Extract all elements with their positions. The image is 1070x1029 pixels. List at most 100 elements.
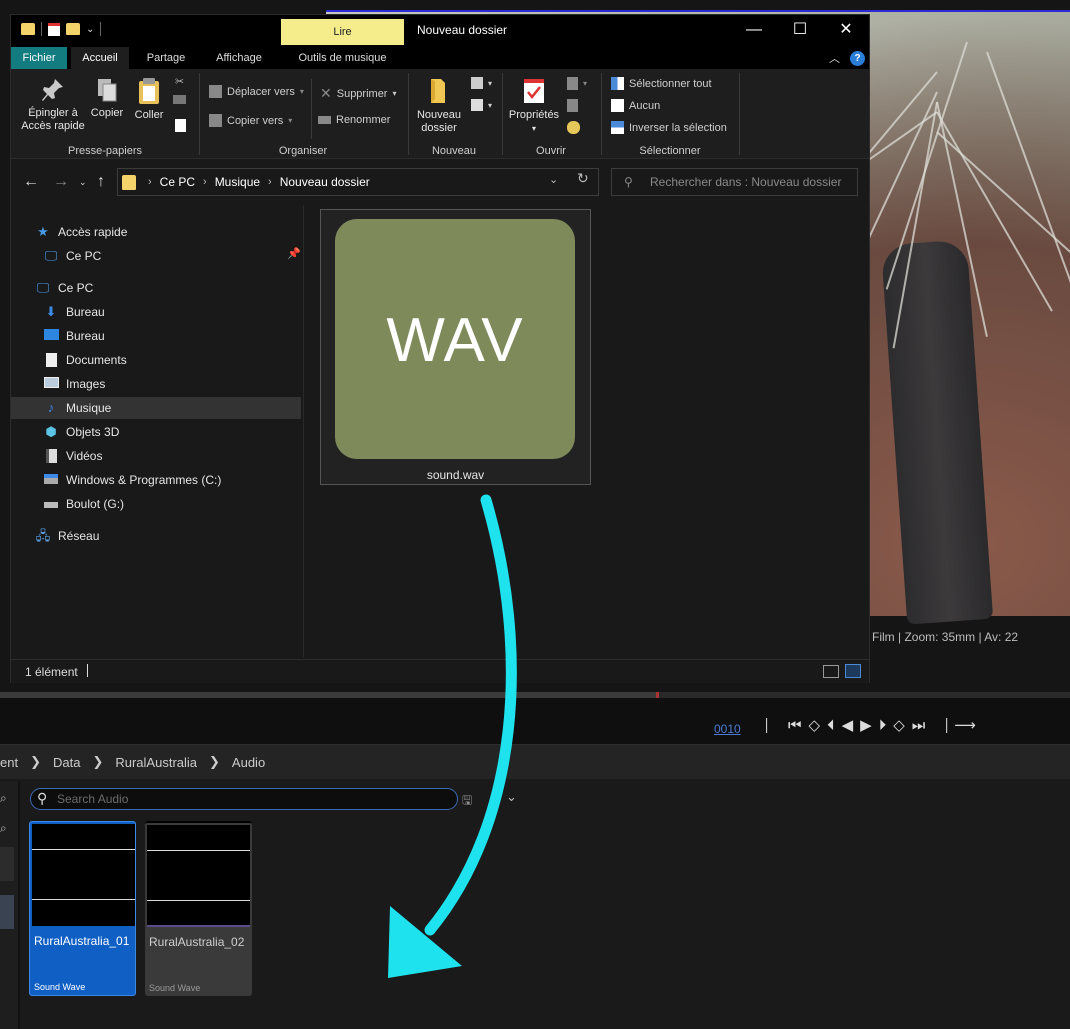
jump-start-icon[interactable]: ⎸ [766, 717, 781, 734]
file-item-wav[interactable]: WAV sound.wav [320, 209, 591, 485]
pin-icon[interactable]: 📌 [287, 247, 301, 260]
chevron-down-icon[interactable]: ⌄ [549, 173, 558, 186]
next-key-icon[interactable]: ◇ [893, 716, 905, 734]
search-icon[interactable]: ⌕ [0, 821, 18, 836]
properties-button[interactable]: Propriétés ▾ [507, 77, 561, 135]
nav-3d-objects[interactable]: ⬢ Objets 3D [11, 421, 301, 443]
delete-button[interactable]: ✕ Supprimer ▾ [320, 85, 397, 102]
title-bar[interactable]: ⌄ Lire Nouveau dossier — ☐ ✕ [11, 15, 869, 47]
step-forward-icon[interactable]: ⏵ [879, 717, 887, 734]
play-icon[interactable]: ▶ [860, 716, 872, 734]
arrow-right-icon[interactable]: ⟶ [954, 716, 976, 734]
up-icon[interactable]: ↑ [97, 173, 105, 191]
paste-shortcut-icon[interactable] [175, 119, 186, 132]
easy-access-icon[interactable]: ▾ [471, 99, 492, 111]
play-reverse-icon[interactable]: ◀ [842, 716, 854, 734]
address-bar[interactable]: › Ce PC › Musique › Nouveau dossier [117, 168, 599, 196]
move-to-button[interactable]: Déplacer vers ▾ [209, 85, 304, 98]
step-back-icon[interactable]: ⏴ [827, 717, 835, 734]
open-icon[interactable]: ▾ [567, 77, 587, 90]
new-item-icon[interactable]: ▾ [471, 77, 492, 89]
chevron-down-icon: ▾ [299, 87, 304, 96]
copy-to-button[interactable]: Copier vers ▾ [209, 114, 292, 127]
cut-icon[interactable]: ✂ [175, 75, 184, 88]
nav-this-pc-pinned[interactable]: 🖵 Ce PC 📌 [11, 245, 301, 267]
paste-button[interactable]: Coller [131, 77, 167, 122]
address-crumb[interactable]: Nouveau dossier [276, 175, 374, 189]
address-crumb[interactable]: Musique [211, 175, 264, 189]
breadcrumb-item[interactable]: RuralAustralia [107, 755, 205, 770]
ribbon-home: Épingler à Accès rapide Copier Coller ✂ … [11, 69, 869, 159]
chevron-down-icon[interactable]: ⌄ [506, 789, 517, 805]
save-search-icon[interactable]: 🖫 [462, 791, 472, 812]
breadcrumb-item[interactable]: Data [45, 755, 88, 770]
large-icons-view-icon[interactable] [845, 664, 861, 678]
tab-file[interactable]: Fichier [11, 47, 67, 69]
refresh-icon[interactable]: ↻ [577, 170, 589, 187]
breadcrumb-item[interactable]: Audio [224, 755, 273, 770]
maximize-icon[interactable]: ☐ [777, 15, 823, 45]
asset-tile-sound-wave[interactable]: RuralAustralia_02 Sound Wave [145, 821, 252, 996]
chevron-up-icon[interactable]: ︿ [829, 50, 840, 66]
history-icon[interactable] [567, 121, 580, 134]
asset-search-bar[interactable]: ⚲ [30, 788, 458, 810]
select-none-button[interactable]: Aucun [611, 99, 660, 112]
edit-icon[interactable] [567, 99, 578, 112]
back-icon[interactable]: ← [23, 173, 39, 191]
chevron-down-icon[interactable]: ⌄ [79, 177, 87, 188]
close-icon[interactable]: ✕ [823, 15, 869, 45]
frame-counter[interactable]: 0010 [714, 722, 741, 736]
nav-drive-c[interactable]: Windows & Programmes (C:) [11, 469, 301, 491]
loop-icon[interactable]: ⎹ [932, 717, 947, 734]
nav-images[interactable]: Images [11, 373, 301, 395]
search-input[interactable] [650, 174, 854, 190]
timeline-scrub-track[interactable] [0, 692, 658, 698]
tab-share[interactable]: Partage [137, 47, 195, 69]
nav-documents[interactable]: Documents [11, 349, 301, 371]
select-all-button[interactable]: Sélectionner tout [611, 77, 712, 90]
tab-home[interactable]: Accueil [71, 47, 129, 69]
asset-tile-sound-wave[interactable]: RuralAustralia_01 Sound Wave [29, 821, 136, 996]
nav-drive-g[interactable]: Boulot (G:) [11, 493, 301, 515]
minimize-icon[interactable]: — [731, 15, 777, 45]
address-crumb[interactable]: Ce PC [156, 175, 199, 189]
folder-tree-item[interactable] [0, 847, 14, 881]
details-view-icon[interactable] [823, 665, 839, 678]
nav-quick-access[interactable]: ★ Accès rapide [11, 221, 301, 243]
nav-downloads[interactable]: ⬇ Bureau [11, 301, 301, 323]
new-folder-icon[interactable] [66, 23, 80, 35]
breadcrumb-item[interactable]: ent [0, 755, 26, 770]
prev-key-icon[interactable]: ⏮ [788, 717, 802, 734]
nav-label: Musique [66, 401, 112, 415]
tab-music-tools[interactable]: Outils de musique [281, 47, 404, 69]
nav-music[interactable]: ♪ Musique [11, 397, 301, 419]
rename-button[interactable]: Renommer [318, 114, 390, 126]
invert-selection-button[interactable]: Inverser la sélection [611, 121, 727, 134]
file-list-pane[interactable]: WAV sound.wav [304, 205, 869, 657]
pin-quick-access-button[interactable]: Épingler à Accès rapide [17, 77, 89, 133]
new-folder-button[interactable]: Nouveau dossier [413, 77, 465, 135]
chevron-down-icon[interactable]: ⌄ [86, 24, 94, 35]
explorer-search-box[interactable]: ⚲ [611, 168, 858, 196]
tab-view[interactable]: Affichage [205, 47, 273, 69]
playhead-marker[interactable] [656, 692, 659, 698]
nav-label: Objets 3D [66, 425, 120, 439]
content-browser-breadcrumb: ent ❯ Data ❯ RuralAustralia ❯ Audio [0, 745, 1070, 779]
copy-path-icon[interactable] [173, 95, 186, 104]
nav-this-pc[interactable]: 🖵 Ce PC [11, 277, 301, 299]
search-icon[interactable]: ⌕ [0, 791, 18, 806]
ribbon-divider [311, 79, 312, 139]
jump-end-icon[interactable]: ⏭ [912, 717, 926, 734]
nav-desktop[interactable]: Bureau [11, 325, 301, 347]
forward-icon[interactable]: → [53, 173, 69, 191]
folder-tree-item-selected[interactable] [0, 895, 14, 929]
help-icon[interactable]: ? [850, 50, 865, 66]
add-key-icon[interactable]: ◇ [809, 716, 821, 734]
contextual-tab-play[interactable]: Lire [281, 19, 404, 45]
nav-network[interactable]: 🖧 Réseau [11, 525, 301, 547]
properties-icon[interactable] [48, 22, 60, 36]
copy-button[interactable]: Copier [89, 77, 125, 120]
new-folder-label: Nouveau [416, 109, 462, 121]
nav-videos[interactable]: Vidéos [11, 445, 301, 467]
search-input[interactable] [57, 791, 447, 807]
